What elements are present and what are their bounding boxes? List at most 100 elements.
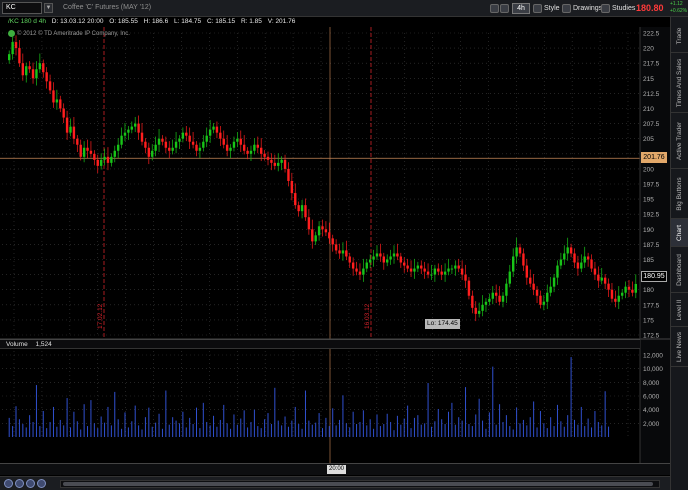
volume-title: Volume xyxy=(6,341,28,348)
volume-tick-label: 4,000 xyxy=(643,407,660,414)
candle-body xyxy=(552,277,556,287)
candle-body xyxy=(620,292,624,296)
candle-body xyxy=(219,132,222,139)
candle-body xyxy=(195,144,198,151)
tab-level-ii[interactable]: Level II xyxy=(671,293,688,327)
tab-label: Trade xyxy=(676,27,683,44)
scrollbar-thumb[interactable] xyxy=(63,482,653,486)
candle-body xyxy=(569,247,573,254)
candle-body xyxy=(147,147,151,157)
symbol-dropdown-button[interactable]: ▼ xyxy=(44,3,53,13)
candle-body xyxy=(38,63,42,70)
candle-body xyxy=(563,253,566,260)
tab-active-trader[interactable]: Active Trader xyxy=(671,113,688,169)
candle-body xyxy=(556,265,559,278)
crosshair-icon[interactable] xyxy=(37,479,46,488)
low-price-label: Lo: 174.45 xyxy=(425,319,460,329)
candle-body xyxy=(277,162,280,166)
zoom-out-icon[interactable] xyxy=(4,479,13,488)
fit-icon[interactable] xyxy=(26,479,35,488)
style-button[interactable]: Style xyxy=(533,3,560,14)
candle-body xyxy=(450,268,454,270)
price-tick-label: 222.5 xyxy=(643,31,660,38)
candle-body xyxy=(365,262,368,269)
tab-label: Active Trader xyxy=(676,121,683,160)
tab-label: Dashboard xyxy=(676,253,683,286)
tab-times-and-sales[interactable]: Times And Sales xyxy=(671,53,688,113)
percent-change: +0.62% xyxy=(670,8,688,14)
candle-body xyxy=(334,244,338,251)
ohlc-close: C: 185.15 xyxy=(206,18,236,25)
candle-body xyxy=(542,301,546,305)
candle-body xyxy=(69,126,72,133)
candle-body xyxy=(488,298,491,302)
candle-body xyxy=(161,138,164,142)
studies-button[interactable]: Studies xyxy=(601,3,635,14)
volume-tick-label: 6,000 xyxy=(643,394,660,401)
zoom-in-icon[interactable] xyxy=(15,479,24,488)
candle-body xyxy=(212,126,215,130)
tab-chart[interactable]: Chart xyxy=(671,219,688,247)
tab-label: Chart xyxy=(676,224,683,241)
candle-body xyxy=(130,126,133,130)
candle-body xyxy=(110,156,113,163)
grid-icon[interactable] xyxy=(500,3,511,14)
candle-body xyxy=(314,235,317,242)
chart-scrollbar[interactable] xyxy=(60,480,660,488)
price-volume-chart[interactable]: 222.5220217.5215212.5210207.5205202.5200… xyxy=(0,27,670,463)
ohlc-readout: /KC 180 d 4h D: 13.03.12 20:00 O: 185.55… xyxy=(0,17,668,27)
candle-body xyxy=(116,144,120,151)
volume-tick-label: 12,000 xyxy=(643,353,663,360)
candle-body xyxy=(321,226,324,230)
candle-body xyxy=(627,286,631,290)
candle-body xyxy=(157,138,161,145)
candle-body xyxy=(597,274,600,281)
tab-big-buttons[interactable]: Big Buttons xyxy=(671,169,688,219)
candle-body xyxy=(593,268,597,275)
candle-body xyxy=(580,262,583,269)
symbol-input[interactable]: KC xyxy=(2,2,42,14)
candle-body xyxy=(590,259,593,269)
candle-body xyxy=(300,205,304,212)
candle-body xyxy=(208,129,212,136)
tab-dashboard[interactable]: Dashboard xyxy=(671,247,688,293)
candle-body xyxy=(324,229,328,233)
candle-body xyxy=(202,141,205,148)
candle-body xyxy=(368,259,372,263)
candle-body xyxy=(82,147,86,157)
candle-body xyxy=(120,135,123,145)
candle-body xyxy=(338,250,341,254)
candle-body xyxy=(55,99,59,103)
candle-body xyxy=(59,99,62,109)
candle-body xyxy=(501,295,505,302)
td-logo-icon xyxy=(8,30,15,37)
price-tick-label: 180 xyxy=(643,287,654,294)
tab-live-news[interactable]: Live News xyxy=(671,327,688,367)
price-tick-label: 177.5 xyxy=(643,302,660,309)
candle-body xyxy=(137,123,140,133)
candle-body xyxy=(263,153,266,157)
candle-body xyxy=(205,135,208,142)
candle-body xyxy=(484,301,488,305)
candle-body xyxy=(273,162,277,166)
candle-body xyxy=(430,274,433,276)
candle-body xyxy=(225,144,229,151)
price-tick-label: 197.5 xyxy=(643,182,660,189)
price-tick-label: 172.5 xyxy=(643,333,660,340)
candle-body xyxy=(603,277,607,284)
ohlc-high: H: 186.6 xyxy=(143,18,169,25)
candle-body xyxy=(379,253,382,257)
tab-trade[interactable]: Trade xyxy=(671,19,688,53)
candle-body xyxy=(529,277,532,284)
current-price-label: 180.95 xyxy=(641,271,667,282)
candle-body xyxy=(348,256,351,263)
candle-body xyxy=(409,268,413,272)
studies-icon xyxy=(601,3,610,13)
candle-body xyxy=(14,42,18,49)
candle-body xyxy=(631,289,634,293)
timeframe-select[interactable]: 4h xyxy=(512,3,530,14)
candle-body xyxy=(151,150,154,157)
candle-body xyxy=(89,150,93,154)
price-tick-label: 185 xyxy=(643,257,654,264)
drawings-button[interactable]: Drawings xyxy=(562,3,602,14)
